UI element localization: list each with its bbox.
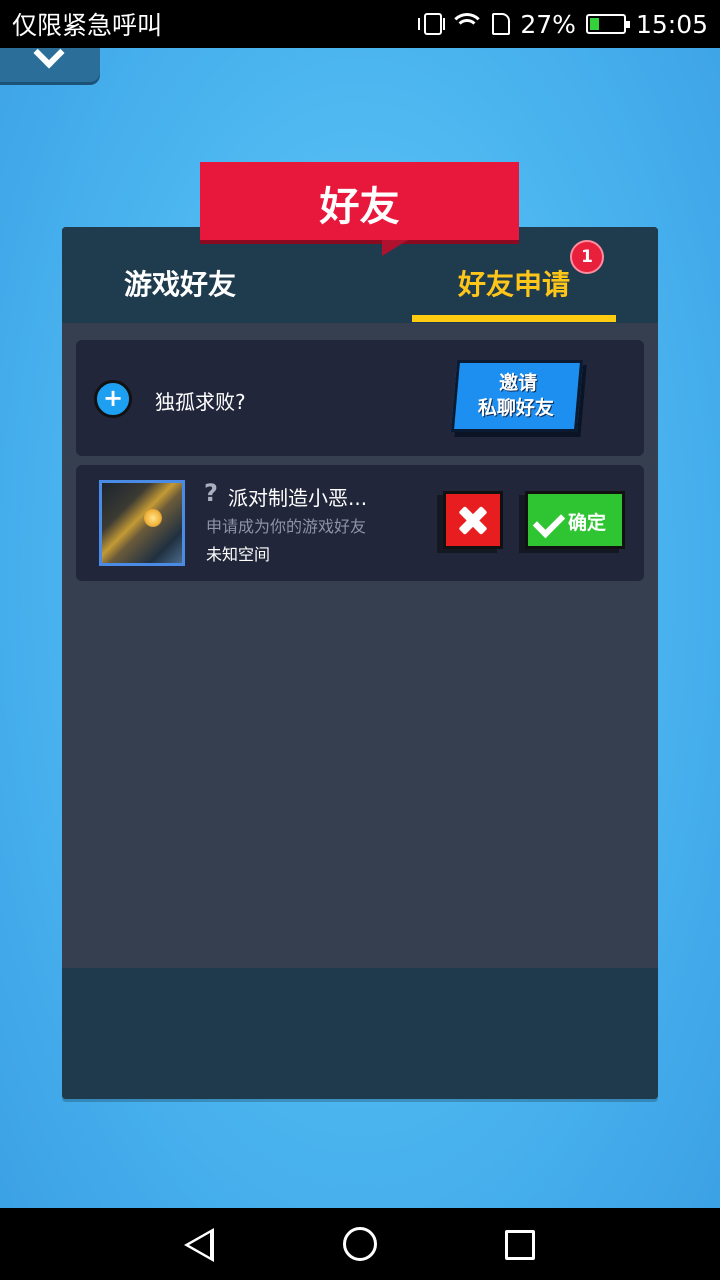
invite-button-line2: 私聊好友	[477, 397, 554, 419]
notification-badge: 1	[570, 240, 604, 274]
friends-panel: 游戏好友 好友申请 1 + 独孤求败? 邀请 私聊好友 ? 派对制造小恶... …	[62, 227, 658, 1099]
reject-button[interactable]	[443, 491, 503, 549]
request-list[interactable]: + 独孤求败? 邀请 私聊好友 ? 派对制造小恶... 申请成为你的游戏好友 未…	[62, 323, 658, 968]
tab-friend-requests[interactable]: 好友申请	[458, 263, 570, 303]
invite-prompt: 独孤求败?	[155, 390, 246, 414]
wifi-icon	[452, 13, 483, 35]
invite-button-line1: 邀请	[499, 372, 538, 394]
nav-recents-icon[interactable]	[505, 1230, 535, 1260]
requester-name: 派对制造小恶...	[228, 486, 368, 510]
panel-footer	[62, 968, 658, 1099]
list-item: ? 派对制造小恶... 申请成为你的游戏好友 未知空间 确定	[76, 465, 644, 581]
unknown-gender-icon: ?	[204, 479, 218, 507]
title-banner: 好友	[200, 162, 519, 256]
banner-tail	[382, 240, 408, 256]
request-message: 申请成为你的游戏好友	[206, 517, 367, 536]
requester-location: 未知空间	[206, 545, 271, 564]
navigation-bar	[0, 1208, 720, 1280]
accept-button-label: 确定	[568, 512, 607, 534]
vibrate-icon	[418, 13, 446, 35]
carrier-text: 仅限紧急呼叫	[12, 11, 163, 40]
tab-game-friends[interactable]: 游戏好友	[124, 263, 236, 303]
status-bar: 仅限紧急呼叫 27% 15:05	[0, 0, 720, 48]
check-icon	[532, 505, 566, 539]
accept-button[interactable]: 确定	[525, 491, 625, 549]
page-title: 好友	[319, 184, 400, 230]
status-icons: 27% 15:05	[418, 9, 708, 39]
invite-card: + 独孤求败? 邀请 私聊好友	[76, 340, 644, 456]
battery-percent: 27%	[520, 9, 576, 39]
tab-bar: 游戏好友 好友申请 1	[62, 227, 658, 323]
sim-icon	[492, 13, 511, 35]
battery-charging-icon	[585, 14, 630, 34]
back-button[interactable]	[0, 37, 100, 82]
clock: 15:05	[635, 9, 708, 39]
invite-private-chat-button[interactable]: 邀请 私聊好友	[450, 360, 584, 432]
avatar[interactable]	[99, 480, 185, 566]
nav-home-icon[interactable]	[343, 1227, 377, 1261]
active-tab-indicator	[412, 315, 616, 322]
plus-icon[interactable]: +	[94, 380, 132, 418]
